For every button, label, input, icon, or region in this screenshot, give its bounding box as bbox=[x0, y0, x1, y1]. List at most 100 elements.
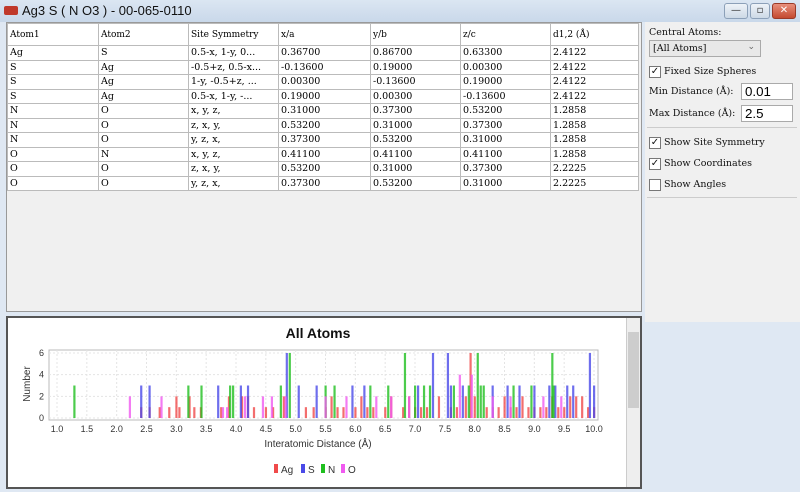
table-cell: -0.13600 bbox=[460, 88, 551, 104]
bar-ag bbox=[515, 407, 518, 418]
fixed-size-spheres-label: Fixed Size Spheres bbox=[664, 66, 757, 77]
maximize-button[interactable]: ▫ bbox=[750, 3, 770, 19]
table-row[interactable]: O Nx, y, z, 0.41100 0.41100 0.41100 1.2858 bbox=[7, 146, 639, 162]
close-button[interactable]: ✕ bbox=[772, 3, 796, 19]
table-cell: 0.53200 bbox=[370, 132, 461, 148]
bar-s bbox=[246, 385, 250, 418]
table-cell: 0.37300 bbox=[460, 117, 551, 133]
y-tick-label: 4 bbox=[39, 370, 44, 380]
bar-o bbox=[160, 396, 163, 418]
vertical-scrollbar[interactable] bbox=[626, 318, 640, 487]
table-cell: 0.41100 bbox=[460, 146, 551, 162]
table-cell: y, z, x, bbox=[188, 175, 279, 191]
bar-ag bbox=[575, 396, 578, 418]
column-header[interactable]: Site Symmetry bbox=[188, 23, 279, 46]
bar-n bbox=[552, 385, 555, 418]
bar-n bbox=[512, 385, 515, 418]
table-cell: -0.13600 bbox=[370, 74, 461, 90]
min-distance-input[interactable] bbox=[741, 83, 793, 100]
bar-n bbox=[279, 385, 282, 418]
bar-ag bbox=[569, 396, 572, 418]
table-cell: N bbox=[98, 146, 189, 162]
y-axis-label: Number bbox=[22, 366, 33, 402]
bar-ag bbox=[178, 407, 181, 418]
table-cell: 0.00300 bbox=[370, 88, 461, 104]
table-row[interactable]: Ag S 0.5-x, 1-y, 0... 0.36700 0.86700 0.63300… bbox=[7, 45, 639, 61]
table-row[interactable]: N Oy, z, x, 0.37300 0.53200 0.31000 1.2858 bbox=[7, 132, 639, 148]
bar-n bbox=[428, 385, 432, 418]
table-cell: z, x, y, bbox=[188, 117, 279, 133]
legend-swatch-o bbox=[341, 464, 345, 473]
table-row[interactable]: S Ag 0.5-x, 1-y, -... 0.19000 0.00300 -0.1360… bbox=[7, 88, 639, 104]
min-distance-label: Min Distance (Å): bbox=[649, 86, 734, 97]
bar-ag bbox=[545, 407, 548, 418]
bar-n bbox=[187, 385, 190, 418]
table-cell: O bbox=[98, 117, 189, 133]
bar-s bbox=[431, 353, 435, 418]
bar-n bbox=[288, 353, 291, 418]
table-row[interactable]: S Ag -0.5+z, 0.5-x... -0.13600 0.19000 0.0030… bbox=[7, 59, 639, 75]
x-tick-label: 5.5 bbox=[319, 424, 332, 434]
y-tick-label: 6 bbox=[39, 348, 44, 358]
bar-n bbox=[229, 385, 232, 418]
bar-n bbox=[200, 385, 203, 418]
max-distance-input[interactable] bbox=[741, 105, 793, 122]
bar-o bbox=[408, 396, 411, 418]
table-cell: 2.2225 bbox=[550, 175, 639, 191]
bar-ag bbox=[304, 407, 308, 418]
bar-o bbox=[390, 396, 393, 418]
column-header[interactable]: y/b bbox=[370, 23, 461, 46]
table-row[interactable]: O Oy, z, x, 0.37300 0.53200 0.31000 2.2225 bbox=[7, 175, 639, 191]
bar-ag bbox=[581, 396, 584, 418]
bar-ag bbox=[366, 407, 369, 418]
show-coordinates-label: Show Coordinates bbox=[664, 158, 752, 169]
minimize-button[interactable]: — bbox=[724, 3, 748, 19]
x-tick-label: 6.5 bbox=[379, 424, 392, 434]
table-row[interactable]: S Ag 1-y, -0.5+z, ... 0.00300 -0.13600 0.1900… bbox=[7, 74, 639, 90]
table-cell: 0.37300 bbox=[278, 175, 371, 191]
column-header[interactable]: z/c bbox=[460, 23, 551, 46]
table-cell: x, y, z, bbox=[188, 146, 279, 162]
x-axis-label: Interatomic Distance (Å) bbox=[264, 437, 371, 450]
bar-n bbox=[479, 385, 482, 418]
bar-s bbox=[548, 385, 551, 418]
column-header[interactable]: Atom1 bbox=[7, 23, 99, 46]
table-cell: y, z, x, bbox=[188, 132, 279, 148]
bar-n bbox=[403, 353, 407, 418]
table-row[interactable]: O Oz, x, y, 0.53200 0.31000 0.37300 2.2225 bbox=[7, 161, 639, 177]
central-atoms-dropdown[interactable]: [All Atoms] ⌄ bbox=[649, 40, 761, 57]
bar-ag bbox=[264, 407, 268, 418]
show-angles-checkbox[interactable] bbox=[649, 179, 661, 191]
table-cell: 2.4122 bbox=[550, 74, 639, 90]
column-header[interactable]: Atom2 bbox=[98, 23, 189, 46]
distance-table: Atom1 Atom2 Site Symmetry x/a y/b z/c d1,2 (Å)… bbox=[7, 23, 639, 191]
legend-swatch-ag bbox=[274, 464, 278, 473]
column-header[interactable]: d1,2 (Å) bbox=[550, 23, 639, 46]
x-tick-label: 10.0 bbox=[585, 424, 603, 434]
app-icon bbox=[4, 6, 18, 15]
show-site-symmetry-checkbox[interactable]: ✓ bbox=[649, 137, 661, 149]
table-cell: 2.4122 bbox=[550, 45, 639, 61]
scrollbar-thumb[interactable] bbox=[628, 332, 639, 408]
bar-o bbox=[284, 396, 287, 418]
bar-ag bbox=[354, 407, 357, 418]
show-coordinates-checkbox[interactable]: ✓ bbox=[649, 158, 661, 170]
table-cell: O bbox=[7, 175, 99, 191]
bar-s bbox=[446, 353, 450, 418]
bar-ag bbox=[175, 396, 178, 418]
x-tick-label: 4.5 bbox=[260, 424, 273, 434]
table-row[interactable]: N Oz, x, y, 0.53200 0.31000 0.37300 1.2858 bbox=[7, 117, 639, 133]
legend-label: O bbox=[348, 465, 356, 476]
column-header[interactable]: x/a bbox=[278, 23, 371, 46]
table-cell: O bbox=[98, 161, 189, 177]
table-cell: 2.2225 bbox=[550, 161, 639, 177]
bar-ag bbox=[168, 407, 171, 418]
fixed-size-spheres-checkbox[interactable]: ✓ bbox=[649, 66, 661, 78]
bar-s bbox=[572, 385, 575, 418]
x-tick-label: 7.0 bbox=[409, 424, 422, 434]
table-cell: 0.36700 bbox=[278, 45, 371, 61]
bar-o bbox=[345, 396, 348, 418]
show-site-symmetry-label: Show Site Symmetry bbox=[664, 137, 765, 148]
table-cell: 0.37300 bbox=[460, 161, 551, 177]
table-row[interactable]: N Ox, y, z, 0.31000 0.37300 0.53200 1.2858 bbox=[7, 103, 639, 119]
